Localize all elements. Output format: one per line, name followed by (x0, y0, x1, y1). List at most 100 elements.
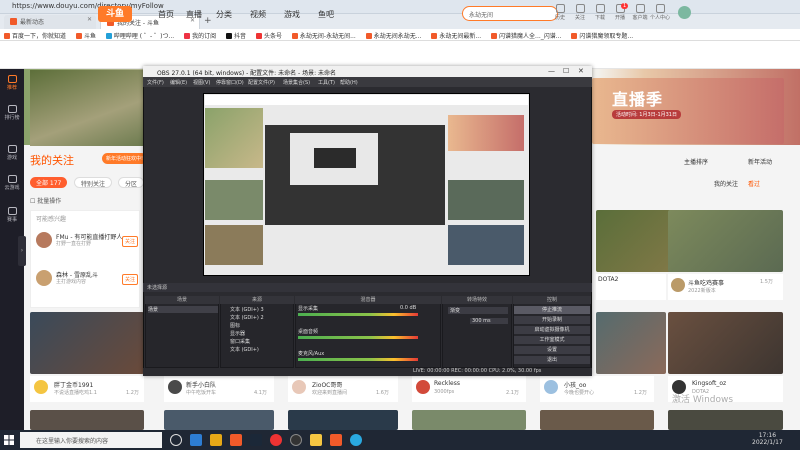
menu-docks[interactable]: 停靠窗口(D) (216, 79, 244, 86)
bookmark-item[interactable]: 我的订阅 (184, 31, 216, 40)
history-icon[interactable]: 历史 (550, 4, 570, 26)
bookmark-item[interactable]: 抖音 (226, 31, 246, 40)
edge-icon[interactable] (190, 434, 202, 446)
list-item[interactable]: FMu - 有可能直播打野人 打野一直在打野 关注 (36, 232, 139, 254)
transition-select[interactable]: 渐变 (448, 307, 508, 314)
address-bar[interactable]: https://www.douyu.com/directory/myFollow (12, 2, 164, 10)
list-item[interactable]: 森林 - 雪原乱斗 主打游戏内容 关注 (36, 270, 139, 292)
source-item[interactable]: 图标 (230, 322, 240, 329)
sort-anchor-link[interactable]: 主播排序 (684, 157, 708, 166)
sidebar-item-cloud[interactable]: 云游戏 (0, 175, 24, 191)
source-item[interactable]: 文本 (GDI+) 3 (230, 306, 264, 313)
source-item[interactable]: 文本 (GDI+) (230, 346, 259, 353)
taskbar-search-input[interactable]: 在这里输入你要搜索的内容 (20, 432, 162, 448)
batch-operation-button[interactable]: ☐ 批量操作 (30, 196, 61, 205)
close-icon[interactable]: ✕ (87, 16, 92, 23)
obs-icon[interactable] (290, 434, 302, 446)
studio-mode-button[interactable]: 工作室模式 (514, 336, 590, 344)
nav-live[interactable]: 直播 (186, 9, 202, 20)
menu-scene-collection[interactable]: 场景集合(S) (283, 79, 310, 86)
start-recording-button[interactable]: 开始录制 (514, 316, 590, 324)
menu-edit[interactable]: 编辑(E) (170, 79, 187, 86)
filter-special[interactable]: 特别关注 (74, 177, 113, 188)
exit-button[interactable]: 退出 (514, 356, 590, 364)
my-follow-link[interactable]: 我的关注 (714, 179, 738, 188)
bookmark-item[interactable]: 永劫无间永劫无... (365, 31, 421, 40)
recommend-panel (30, 210, 140, 308)
douyu-logo[interactable]: 斗鱼 (98, 6, 132, 22)
tab-latest[interactable]: 最新动态 ✕ (4, 15, 96, 29)
nav-category[interactable]: 分类 (216, 9, 232, 20)
filter-zone[interactable]: 分区 (118, 177, 145, 188)
new-year-link[interactable]: 新年活动 (748, 157, 772, 166)
profile-icon[interactable]: 个人中心 (650, 4, 670, 26)
menu-file[interactable]: 文件(F) (147, 79, 164, 86)
obs-menubar (143, 77, 592, 87)
file-explorer-icon[interactable] (210, 434, 222, 446)
nav-video[interactable]: 视频 (250, 9, 266, 20)
app-icon[interactable] (350, 434, 362, 446)
nav-home[interactable]: 首页 (158, 9, 174, 20)
settings-button[interactable]: 设置 (514, 346, 590, 354)
menu-profile[interactable]: 配置文件(P) (248, 79, 275, 86)
stream-card[interactable] (668, 410, 783, 430)
source-item[interactable]: 窗口采集 (230, 338, 250, 345)
nav-game[interactable]: 游戏 (284, 9, 300, 20)
bookmark-item[interactable]: 斗鱼 (75, 31, 96, 40)
stream-card[interactable] (288, 410, 398, 430)
follow-button[interactable]: 关注 (122, 236, 139, 247)
nav-fishbar[interactable]: 鱼吧 (318, 9, 334, 20)
stream-card[interactable] (668, 210, 783, 272)
stream-card[interactable] (668, 312, 783, 374)
taskbar-clock[interactable]: 17:16 2022/1/17 (752, 432, 783, 446)
follow-icon[interactable]: 关注 (570, 4, 590, 26)
sidebar-item-games[interactable]: 游戏 (0, 145, 24, 161)
close-icon[interactable]: ✕ (578, 67, 584, 75)
menu-tools[interactable]: 工具(T) (318, 79, 335, 86)
client-icon[interactable]: 客户端 (630, 4, 650, 26)
app-icon[interactable] (310, 434, 322, 446)
stream-card[interactable] (30, 410, 144, 430)
menu-help[interactable]: 帮助(H) (340, 79, 358, 86)
source-item[interactable]: 文本 (GDI+) 2 (230, 314, 264, 321)
douyu-app-icon[interactable] (230, 434, 242, 446)
browser-icon[interactable] (270, 434, 282, 446)
bookmark-item[interactable]: 闪谱猎魔人全..._闪谱... (491, 31, 561, 40)
virtual-camera-button[interactable]: 启动虚拟摄像机 (514, 326, 590, 334)
menu-view[interactable]: 视图(V) (193, 79, 210, 86)
windows-start-icon[interactable] (4, 435, 14, 445)
collapse-handle[interactable]: › (18, 236, 26, 266)
maximize-icon[interactable]: ☐ (563, 67, 569, 75)
sidebar-item-ranking[interactable]: 排行榜 (0, 105, 24, 121)
minimize-icon[interactable]: — (548, 67, 555, 75)
stream-card[interactable] (30, 312, 144, 374)
steam-icon[interactable] (250, 434, 262, 446)
task-view-icon[interactable] (170, 434, 182, 446)
event-badge[interactable]: 新年活动狂欢中! (102, 153, 148, 164)
source-item[interactable]: 显示器 (230, 330, 245, 337)
bookmark-item[interactable]: 永劫无间最新... (431, 31, 481, 40)
bookmark-item[interactable]: 哔哩哔哩 ( ゜- ゜)つ... (105, 31, 174, 40)
stream-card[interactable] (540, 410, 654, 430)
sidebar-item-recommend[interactable]: 推荐 (0, 75, 24, 91)
stop-streaming-button[interactable]: 停止推流 (514, 306, 590, 314)
bookmark-item[interactable]: 闪谱猎魔领取专题... (571, 31, 633, 40)
app-icon[interactable] (330, 434, 342, 446)
stream-card[interactable] (164, 410, 274, 430)
stream-card[interactable] (596, 312, 666, 374)
bookmark-item[interactable]: 永劫无间-永劫无间... (291, 31, 356, 40)
bookmark-item[interactable]: 头条号 (255, 31, 282, 40)
filter-all[interactable]: 全部 177 (30, 177, 68, 188)
new-tab-button[interactable]: + (204, 16, 212, 26)
stream-card[interactable] (412, 410, 526, 430)
search-input[interactable]: 永劫无间 (462, 6, 558, 21)
sidebar-item-events[interactable]: 赛事 (0, 207, 24, 223)
download-icon[interactable]: 下载 (590, 4, 610, 26)
transition-duration[interactable]: 300 ms (470, 318, 508, 324)
scene-item[interactable]: 场景 (148, 306, 218, 313)
watched-link[interactable]: 看过 (748, 179, 760, 188)
avatar[interactable] (678, 6, 691, 19)
preview-nested-obs-2 (314, 148, 356, 168)
follow-button[interactable]: 关注 (122, 274, 139, 285)
bookmark-item[interactable]: 百度一下，你就知道 (4, 31, 66, 40)
